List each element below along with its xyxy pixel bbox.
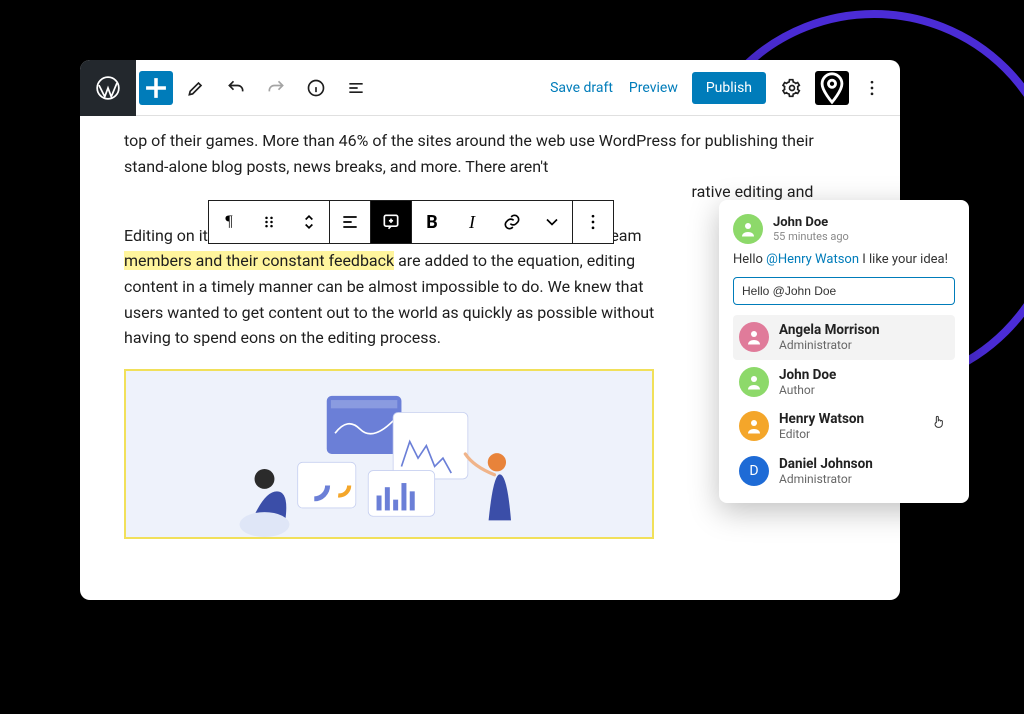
user-name: Henry Watson [779,411,864,427]
highlighted-text: members and their constant feedback [124,251,394,270]
list-icon [346,78,366,98]
publish-button[interactable]: Publish [692,72,766,104]
user-role: Editor [779,427,864,441]
chevrons-vertical-icon [299,212,319,232]
outline-button[interactable] [339,71,373,105]
align-button[interactable] [330,201,370,243]
link-button[interactable] [492,201,532,243]
paragraph-type-button[interactable]: ¶ [209,201,249,243]
user-name: Daniel Johnson [779,456,873,472]
multicollab-button[interactable] [815,71,849,105]
user-avatar [739,411,769,441]
redo-icon [266,78,286,98]
save-draft-button[interactable]: Save draft [542,80,621,96]
reply-input[interactable] [733,277,955,305]
settings-button[interactable] [775,71,809,105]
person-icon [739,220,757,238]
p1-text-a: top of their games. More than 46% of the… [124,131,814,176]
undo-button[interactable] [219,71,253,105]
drag-handle-button[interactable] [249,201,289,243]
comment-panel: John Doe 55 minutes ago Hello @Henry Wat… [719,200,969,503]
paragraph-1[interactable]: top of their games. More than 46% of the… [124,128,856,205]
user-avatar [739,322,769,352]
more-options-button[interactable] [855,71,889,105]
italic-button[interactable]: I [452,201,492,243]
kebab-icon [583,212,603,232]
user-avatar [739,367,769,397]
info-button[interactable] [299,71,333,105]
undo-icon [226,78,246,98]
comment-body: Hello @Henry Watson I like your idea! [733,252,955,267]
wordpress-icon [95,75,121,101]
editor-toolbar: Save draft Preview Publish [80,60,900,116]
cursor-icon [931,414,947,430]
more-formatting-button[interactable] [532,201,572,243]
mention-user-row[interactable]: John DoeAuthor [733,360,955,405]
mention-suggestions: Angela MorrisonAdministratorJohn DoeAuth… [733,315,955,493]
bold-button[interactable]: B [412,201,452,243]
mention-user-row[interactable]: Henry WatsonEditor [733,404,955,449]
preview-button[interactable]: Preview [621,80,686,96]
drag-icon [259,212,279,232]
edit-mode-button[interactable] [179,71,213,105]
block-more-button[interactable] [573,201,613,243]
mention-user-row[interactable]: D Daniel JohnsonAdministrator [733,449,955,494]
p1-text-b: rative editing and [692,182,814,201]
comment-author-name: John Doe [773,215,849,231]
add-block-button[interactable] [139,71,173,105]
redo-button[interactable] [259,71,293,105]
comment-author-avatar [733,214,763,244]
kebab-icon [862,78,882,98]
illustration [126,371,652,537]
chevron-down-icon [542,212,562,232]
pin-icon [815,71,849,105]
comment-time: 55 minutes ago [773,230,849,243]
pencil-icon [186,78,206,98]
image-block[interactable] [124,369,654,539]
gear-icon [782,78,802,98]
align-left-icon [340,212,360,232]
info-icon [306,78,326,98]
block-toolbar: ¶ B I [208,200,614,244]
comment-plus-icon [381,212,401,232]
move-button[interactable] [289,201,329,243]
user-name: John Doe [779,367,836,383]
add-comment-button[interactable] [371,201,411,243]
comment-header: John Doe 55 minutes ago [733,214,955,244]
user-role: Administrator [779,338,880,352]
user-role: Administrator [779,472,873,486]
link-icon [502,212,522,232]
plus-icon [139,71,173,105]
comment-mention[interactable]: @Henry Watson [766,252,859,267]
user-name: Angela Morrison [779,322,880,338]
user-avatar: D [739,456,769,486]
user-role: Author [779,383,836,397]
wordpress-logo[interactable] [80,60,136,116]
mention-user-row[interactable]: Angela MorrisonAdministrator [733,315,955,360]
